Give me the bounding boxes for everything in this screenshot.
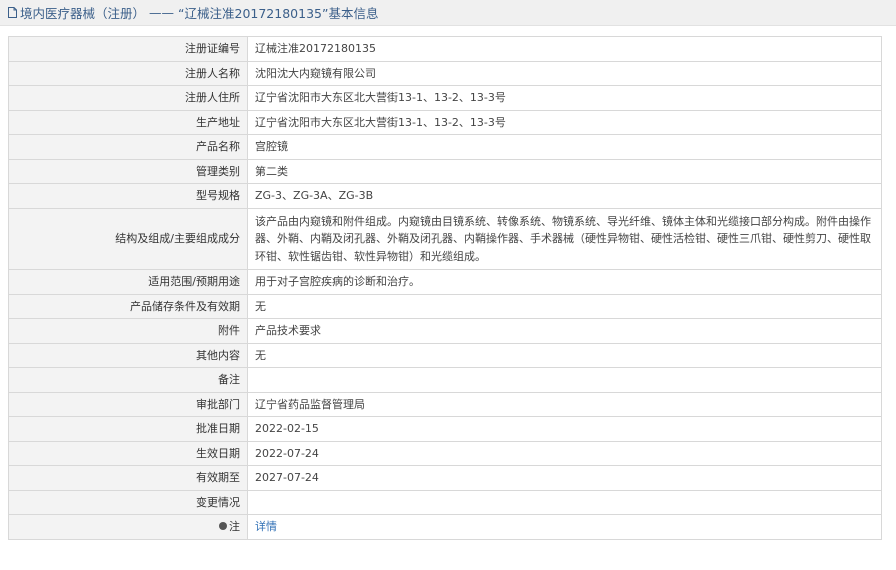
info-table: 注册证编号 辽械注准20172180135 注册人名称 沈阳沈大内窥镜有限公司 注册人住… bbox=[8, 36, 882, 540]
table-row-note: 注 详情 bbox=[8, 514, 882, 540]
row-value: 该产品由内窥镜和附件组成。内窥镜由目镜系统、转像系统、物镜系统、导光纤维、镜体主… bbox=[247, 207, 882, 270]
row-label: 附件 bbox=[8, 318, 248, 344]
row-label: 结构及组成/主要组成成分 bbox=[8, 207, 248, 270]
header-separator: —— bbox=[149, 5, 175, 20]
header-category: 境内医疗器械（注册） bbox=[20, 6, 146, 21]
row-value: 宫腔镜 bbox=[247, 134, 882, 160]
row-label: 产品名称 bbox=[8, 134, 248, 160]
table-row: 审批部门 辽宁省药品监督管理局 bbox=[8, 391, 882, 417]
table-row: 附件 产品技术要求 bbox=[8, 318, 882, 344]
row-value: 无 bbox=[247, 342, 882, 368]
note-label: 注 bbox=[229, 520, 240, 534]
row-label: 注册证编号 bbox=[8, 36, 248, 62]
table-row: 管理类别 第二类 bbox=[8, 158, 882, 184]
row-value: 第二类 bbox=[247, 158, 882, 184]
header-record-title: “辽械注准20172180135”基本信息 bbox=[178, 6, 379, 21]
row-value-note: 详情 bbox=[247, 514, 882, 540]
row-label: 生产地址 bbox=[8, 109, 248, 135]
row-value: 辽宁省药品监督管理局 bbox=[247, 391, 882, 417]
row-label: 其他内容 bbox=[8, 342, 248, 368]
table-row: 适用范围/预期用途 用于对子宫腔疾病的诊断和治疗。 bbox=[8, 269, 882, 295]
row-label: 有效期至 bbox=[8, 465, 248, 491]
info-table-wrapper: 注册证编号 辽械注准20172180135 注册人名称 沈阳沈大内窥镜有限公司 注册人住… bbox=[8, 36, 882, 540]
details-link[interactable]: 详情 bbox=[255, 520, 277, 533]
table-row: 批准日期 2022-02-15 bbox=[8, 416, 882, 442]
row-value: 辽宁省沈阳市大东区北大营街13-1、13-2、13-3号 bbox=[247, 85, 882, 111]
table-row: 有效期至 2027-07-24 bbox=[8, 465, 882, 491]
row-label: 注册人住所 bbox=[8, 85, 248, 111]
table-row: 其他内容无 bbox=[8, 342, 882, 368]
row-label: 审批部门 bbox=[8, 391, 248, 417]
row-value: 沈阳沈大内窥镜有限公司 bbox=[247, 60, 882, 86]
row-value: 2022-07-24 bbox=[247, 440, 882, 466]
row-value: 产品技术要求 bbox=[247, 318, 882, 344]
row-label: 管理类别 bbox=[8, 158, 248, 184]
row-label: 备注 bbox=[8, 367, 248, 393]
row-value bbox=[247, 367, 882, 393]
row-value: 用于对子宫腔疾病的诊断和治疗。 bbox=[247, 269, 882, 295]
row-label: 产品储存条件及有效期 bbox=[8, 293, 248, 319]
table-row: 生效日期 2022-07-24 bbox=[8, 440, 882, 466]
row-value: 2027-07-24 bbox=[247, 465, 882, 491]
table-row: 产品名称 宫腔镜 bbox=[8, 134, 882, 160]
row-label: 适用范围/预期用途 bbox=[8, 269, 248, 295]
document-icon bbox=[8, 7, 17, 18]
table-row: 生产地址 辽宁省沈阳市大东区北大营街13-1、13-2、13-3号 bbox=[8, 109, 882, 135]
table-row: 注册人名称 沈阳沈大内窥镜有限公司 bbox=[8, 60, 882, 86]
row-label: 型号规格 bbox=[8, 183, 248, 209]
row-value: 2022-02-15 bbox=[247, 416, 882, 442]
page-header: 境内医疗器械（注册） —— “辽械注准20172180135”基本信息 bbox=[0, 0, 896, 26]
table-row: 注册证编号 辽械注准20172180135 bbox=[8, 36, 882, 62]
row-value: 无 bbox=[247, 293, 882, 319]
row-label-note: 注 bbox=[8, 514, 248, 540]
row-value: ZG-3、ZG-3A、ZG-3B bbox=[247, 183, 882, 209]
row-label: 注册人名称 bbox=[8, 60, 248, 86]
row-label: 生效日期 bbox=[8, 440, 248, 466]
table-row: 注册人住所 辽宁省沈阳市大东区北大营街13-1、13-2、13-3号 bbox=[8, 85, 882, 111]
table-row: 产品储存条件及有效期无 bbox=[8, 293, 882, 319]
table-row: 备注 bbox=[8, 367, 882, 393]
row-label: 变更情况 bbox=[8, 489, 248, 515]
row-value: 辽械注准20172180135 bbox=[247, 36, 882, 62]
row-value: 辽宁省沈阳市大东区北大营街13-1、13-2、13-3号 bbox=[247, 109, 882, 135]
table-row: 结构及组成/主要组成成分 该产品由内窥镜和附件组成。内窥镜由目镜系统、转像系统、物… bbox=[8, 207, 882, 270]
note-icon bbox=[219, 522, 227, 531]
row-value bbox=[247, 489, 882, 515]
row-label: 批准日期 bbox=[8, 416, 248, 442]
table-row: 变更情况 bbox=[8, 489, 882, 515]
table-row: 型号规格 ZG-3、ZG-3A、ZG-3B bbox=[8, 183, 882, 209]
